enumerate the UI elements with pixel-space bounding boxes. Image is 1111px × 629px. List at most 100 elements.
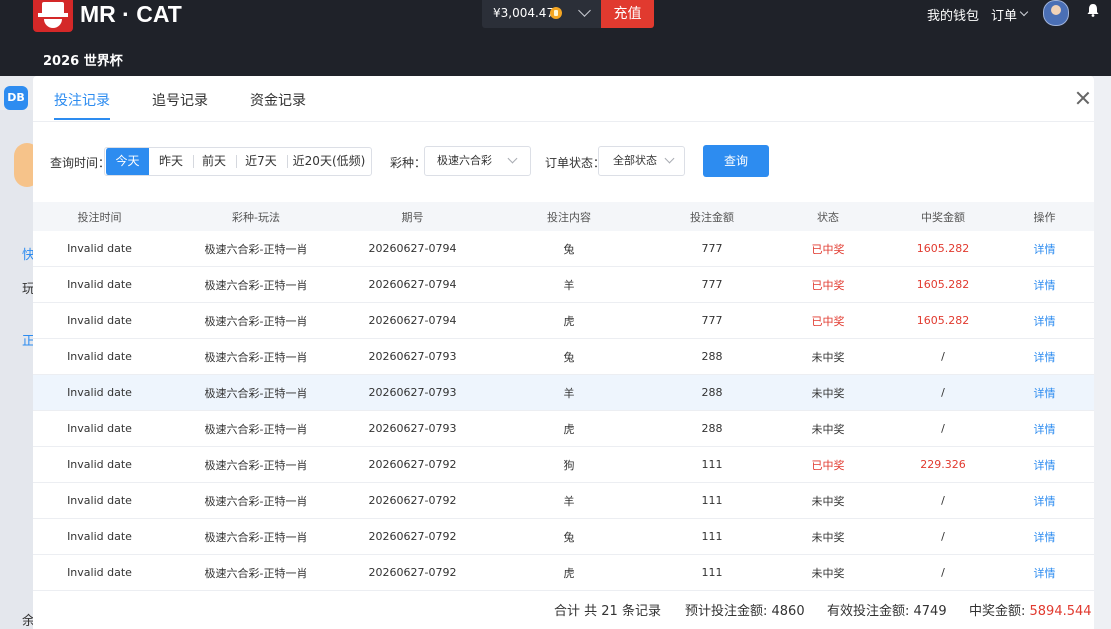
tab-bet-records[interactable]: 投注记录 — [54, 90, 110, 110]
column-header: 投注金额 — [659, 202, 765, 231]
issue-number: 20260627-0794 — [346, 231, 479, 267]
bet-time: Invalid date — [33, 554, 166, 591]
chevron-down-icon — [1019, 7, 1029, 17]
win-amount-total: 中奖金额: 5894.544 — [969, 600, 1092, 619]
table-row: Invalid date 极速六合彩-正特一肖 20260627-0792 狗 111 已… — [33, 446, 1094, 483]
lottery-play: 极速六合彩-正特一肖 — [166, 374, 346, 411]
issue-number: 20260627-0792 — [346, 554, 479, 591]
table-row: Invalid date 极速六合彩-正特一肖 20260627-0792 虎 111 未… — [33, 554, 1094, 591]
issue-number: 20260627-0794 — [346, 302, 479, 339]
bet-content: 狗 — [479, 446, 659, 483]
column-header: 状态 — [765, 202, 891, 231]
nav-orders[interactable]: 订单 — [991, 5, 1017, 24]
lottery-play: 极速六合彩-正特一肖 — [166, 266, 346, 303]
column-header: 投注内容 — [479, 202, 659, 231]
bet-content: 羊 — [479, 374, 659, 411]
win-amount: 1605.282 — [891, 302, 995, 339]
column-header: 中奖金额 — [891, 202, 995, 231]
table-row: Invalid date 极速六合彩-正特一肖 20260627-0792 羊 111 未… — [33, 482, 1094, 519]
table-row: Invalid date 极速六合彩-正特一肖 20260627-0794 羊 777 已… — [33, 266, 1094, 303]
issue-number: 20260627-0793 — [346, 374, 479, 411]
db-badge: DB — [4, 86, 28, 110]
avatar[interactable] — [1043, 0, 1069, 26]
bet-time: Invalid date — [33, 266, 166, 303]
bet-content: 兔 — [479, 518, 659, 555]
bet-amount: 111 — [659, 446, 765, 483]
win-amount-label: 中奖金额: — [969, 604, 1030, 619]
bet-content: 羊 — [479, 266, 659, 303]
win-amount: / — [891, 554, 995, 591]
coin-icon — [550, 7, 562, 19]
time-range-selector: 今天 昨天 前天 近7天 近20天(低频) — [104, 147, 372, 176]
top-header: MR · CAT ¥3,004.47 充值 我的钱包 订单 2026 世界杯 — [0, 0, 1111, 76]
win-amount: / — [891, 518, 995, 555]
bet-time: Invalid date — [33, 410, 166, 447]
time-yesterday-button[interactable]: 昨天 — [149, 148, 192, 175]
bet-content: 虎 — [479, 554, 659, 591]
time-day-before-button[interactable]: 前天 — [192, 148, 235, 175]
detail-link[interactable]: 详情 — [995, 410, 1094, 447]
bet-amount: 288 — [659, 338, 765, 375]
nav-my-wallet[interactable]: 我的钱包 — [927, 5, 979, 24]
time-7days-button[interactable]: 近7天 — [235, 148, 286, 175]
table-row: Invalid date 极速六合彩-正特一肖 20260627-0794 虎 777 已… — [33, 302, 1094, 339]
table-header-row: 投注时间 彩种-玩法 期号 投注内容 投注金额 状态 中奖金额 操作 — [33, 202, 1094, 231]
detail-link[interactable]: 详情 — [995, 338, 1094, 375]
bet-amount: 777 — [659, 266, 765, 303]
column-header: 操作 — [995, 202, 1094, 231]
lottery-play: 极速六合彩-正特一肖 — [166, 554, 346, 591]
table-row: Invalid date 极速六合彩-正特一肖 20260627-0793 兔 288 未… — [33, 338, 1094, 375]
bet-amount: 777 — [659, 302, 765, 339]
bet-time: Invalid date — [33, 231, 166, 267]
table-row: Invalid date 极速六合彩-正特一肖 20260627-0792 兔 111 未… — [33, 518, 1094, 555]
win-amount: / — [891, 338, 995, 375]
time-20days-button[interactable]: 近20天(低频) — [286, 148, 371, 175]
bet-content: 虎 — [479, 410, 659, 447]
bet-status: 未中奖 — [765, 338, 891, 375]
issue-number: 20260627-0793 — [346, 410, 479, 447]
table-row: Invalid date 极速六合彩-正特一肖 20260627-0793 虎 288 未… — [33, 410, 1094, 447]
tab-chase-records[interactable]: 追号记录 — [152, 90, 208, 110]
win-amount: / — [891, 482, 995, 519]
lottery-play: 极速六合彩-正特一肖 — [166, 338, 346, 375]
issue-number: 20260627-0792 — [346, 446, 479, 483]
order-status-select[interactable]: 全部状态 — [598, 146, 685, 176]
detail-link[interactable]: 详情 — [995, 518, 1094, 555]
subnav-worldcup[interactable]: 2026 世界杯 — [43, 50, 123, 69]
bet-records-modal: 投注记录 追号记录 资金记录 查询时间： 今天 昨天 前天 近7天 近20天(低… — [33, 76, 1094, 629]
bet-time: Invalid date — [33, 374, 166, 411]
win-amount: / — [891, 410, 995, 447]
detail-link[interactable]: 详情 — [995, 231, 1094, 267]
lottery-play: 极速六合彩-正特一肖 — [166, 482, 346, 519]
tab-fund-records[interactable]: 资金记录 — [250, 90, 306, 110]
bet-status: 已中奖 — [765, 446, 891, 483]
detail-link[interactable]: 详情 — [995, 482, 1094, 519]
detail-link[interactable]: 详情 — [995, 302, 1094, 339]
bet-content: 虎 — [479, 302, 659, 339]
background-page-right — [1094, 76, 1111, 629]
lottery-play: 极速六合彩-正特一肖 — [166, 518, 346, 555]
bet-amount: 288 — [659, 410, 765, 447]
bell-icon[interactable] — [1086, 3, 1100, 17]
active-tab-indicator — [54, 118, 110, 120]
bet-status: 未中奖 — [765, 374, 891, 411]
recharge-button[interactable]: 充值 — [601, 0, 654, 28]
detail-link[interactable]: 详情 — [995, 266, 1094, 303]
detail-link[interactable]: 详情 — [995, 446, 1094, 483]
issue-number: 20260627-0794 — [346, 266, 479, 303]
background-page — [0, 110, 33, 629]
mrcat-logo-icon[interactable] — [33, 0, 73, 32]
close-icon[interactable] — [1075, 90, 1091, 106]
detail-link[interactable]: 详情 — [995, 374, 1094, 411]
detail-link[interactable]: 详情 — [995, 554, 1094, 591]
query-button[interactable]: 查询 — [703, 145, 769, 177]
win-amount: / — [891, 374, 995, 411]
win-amount: 229.326 — [891, 446, 995, 483]
time-today-button[interactable]: 今天 — [105, 148, 149, 175]
lottery-select[interactable]: 极速六合彩 — [424, 146, 531, 176]
brand-name[interactable]: MR · CAT — [80, 0, 182, 28]
chevron-down-icon — [507, 153, 518, 164]
balance-dropdown[interactable]: ¥3,004.47 — [482, 0, 601, 28]
bet-content: 兔 — [479, 231, 659, 267]
bet-content: 羊 — [479, 482, 659, 519]
